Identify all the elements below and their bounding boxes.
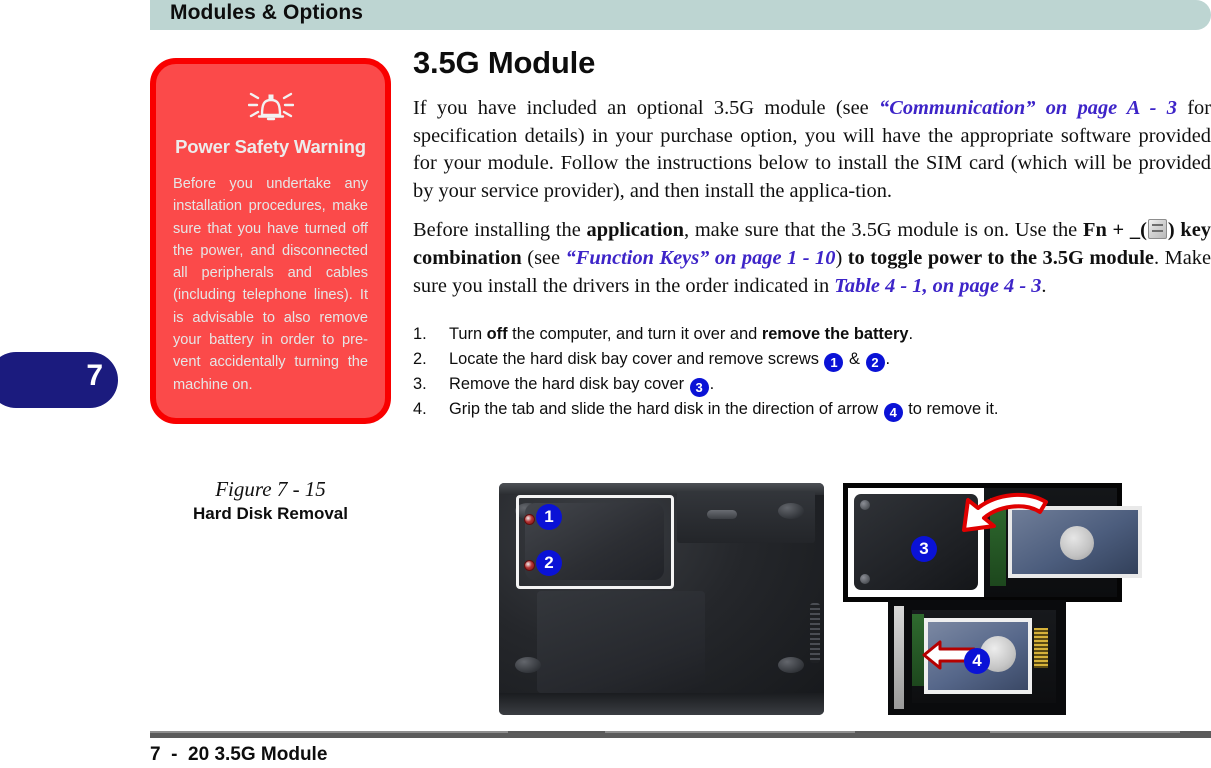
xref-table-link[interactable]: Table 4 - 1, on page 4 - 3	[834, 275, 1041, 297]
warning-body-text: Before you undertake any installation pr…	[173, 176, 368, 393]
xref-function-keys-link[interactable]: “Function Keys” on page 1 - 10	[566, 247, 836, 269]
para2-part6: .	[1041, 274, 1047, 297]
callout-badge-1: 1	[824, 352, 844, 372]
figure-number: Figure 7 - 15	[215, 476, 326, 501]
figure-callout-2: 2	[536, 550, 562, 576]
page-header-title: Modules & Options	[170, 1, 364, 24]
step-text: Turn off the computer, and turn it over …	[449, 322, 1211, 347]
warning-title: Power Safety Warning	[175, 136, 366, 157]
figure-caption: Figure 7 - 15 Hard Disk Removal	[150, 476, 391, 526]
vent-grill	[810, 603, 820, 663]
para2-bold-fn: Fn + _(	[1082, 219, 1147, 242]
figure-callout-4: 4	[964, 648, 990, 674]
step-text: Grip the tab and slide the hard disk in …	[449, 397, 1211, 422]
step4-pre: Grip the tab and slide the hard disk in …	[449, 399, 883, 418]
cover-pin	[860, 500, 870, 510]
footer-rule	[150, 731, 1211, 738]
footer-rule-segment	[150, 731, 508, 733]
step-item: 2. Locate the hard disk bay cover and re…	[413, 347, 1211, 372]
laptop-underside-photo: 1 2	[499, 483, 824, 715]
function-key-icon	[1147, 219, 1167, 240]
chapter-number: 7	[86, 359, 103, 392]
para2-bold-toggle: to toggle power to the 3.5G module	[847, 246, 1154, 269]
alarm-bell-icon	[247, 92, 294, 121]
step2-pre: Locate the hard disk bay cover and remov…	[449, 349, 824, 368]
step2-post: .	[885, 349, 891, 368]
para2-part2: , make sure that the 3.5G module is on. …	[683, 219, 1083, 242]
battery-latch	[707, 510, 737, 519]
step3-pre: Remove the hard disk bay cover	[449, 374, 689, 393]
figure-title: Hard Disk Removal	[193, 503, 348, 523]
footer-page-number: 7 - 20	[150, 744, 210, 765]
cover-removal-arrow-icon	[962, 492, 1048, 532]
step1-mid: the computer, and turn it over and	[507, 325, 762, 344]
footer-rule-segment	[990, 731, 1180, 733]
step1-post: .	[908, 325, 914, 344]
screw-1	[524, 514, 535, 525]
figure-callout-1: 1	[536, 504, 562, 530]
step-number: 3.	[413, 374, 427, 393]
rubber-foot	[515, 657, 541, 673]
step-number: 1.	[413, 325, 427, 344]
rubber-foot	[778, 657, 804, 673]
step-text: Locate the hard disk bay cover and remov…	[449, 347, 1211, 372]
step2-mid: &	[844, 349, 865, 368]
xref-communication-link[interactable]: “Communication” on page A - 3	[879, 97, 1177, 119]
main-access-panel	[537, 591, 705, 693]
callout-badge-4: 4	[883, 402, 903, 422]
callout-badge-2: 2	[865, 352, 885, 372]
para2-bold-application: application	[586, 219, 684, 242]
footer: 7 - 20 3.5G Module	[150, 744, 327, 766]
step-item: 1. Turn off the computer, and turn it ov…	[413, 322, 1211, 347]
para2-part1: Before installing the	[413, 219, 587, 242]
callout-badge-3: 3	[689, 377, 709, 397]
intro-paragraph: If you have included an optional 3.5G mo…	[413, 95, 1211, 205]
ribbon-cable	[894, 606, 904, 709]
rubber-foot	[778, 503, 804, 519]
step1-bold-off: off	[486, 325, 508, 344]
step-text: Remove the hard disk bay cover 3.	[449, 372, 1211, 397]
figure-callout-3: 3	[911, 536, 937, 562]
footer-section-title: 3.5G Module	[214, 744, 328, 765]
hard-disk-slide-photo: 4	[888, 600, 1066, 715]
drive-spindle	[1060, 526, 1094, 560]
step1-bold-battery: remove the battery	[761, 325, 909, 344]
step-number: 4.	[413, 399, 427, 418]
page-header-banner: Modules & Options	[150, 0, 1211, 30]
application-paragraph: Before installing the application, make …	[413, 217, 1211, 300]
procedure-steps: 1. Turn off the computer, and turn it ov…	[413, 322, 1211, 422]
para1-part1: If you have included an optional 3.5G mo…	[413, 97, 880, 119]
step1-pre: Turn	[449, 325, 487, 344]
main-content: 3.5G Module If you have included an opti…	[413, 45, 1211, 422]
step3-post: .	[709, 374, 715, 393]
laptop-bottom-edge	[499, 693, 824, 715]
power-safety-warning-box: Power Safety Warning Before you undertak…	[150, 58, 391, 424]
para2-part3: (see	[521, 246, 566, 269]
screw-2	[524, 560, 535, 571]
step4-post: to remove it.	[903, 399, 999, 418]
chapter-tab: 7	[0, 352, 118, 408]
step-number: 2.	[413, 349, 427, 368]
sidebar: Power Safety Warning Before you undertak…	[150, 58, 391, 526]
step-item: 3. Remove the hard disk bay cover 3.	[413, 372, 1211, 397]
step-item: 4. Grip the tab and slide the hard disk …	[413, 397, 1211, 422]
para2-part4: )	[835, 246, 848, 269]
cover-pin	[860, 574, 870, 584]
page-title: 3.5G Module	[413, 45, 596, 80]
figure-images: 1 2 3 4	[413, 483, 1211, 718]
drive-connector	[1034, 628, 1048, 668]
cover-removal-photo: 3	[843, 483, 1142, 602]
footer-rule-segment	[605, 731, 855, 733]
